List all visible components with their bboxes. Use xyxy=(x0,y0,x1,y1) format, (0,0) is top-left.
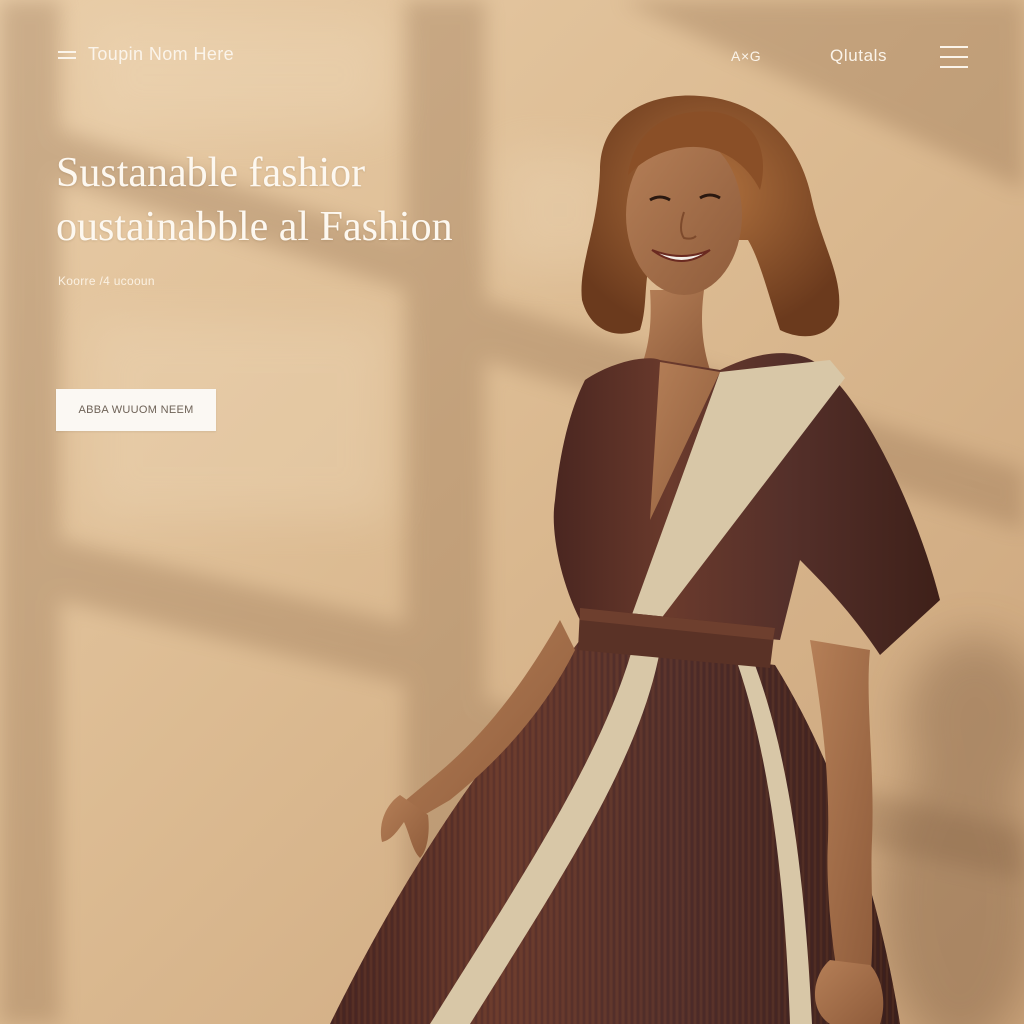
brand-name: Toupin Nom Here xyxy=(88,44,235,64)
nav-link-axg[interactable]: A×G xyxy=(731,48,761,64)
hamburger-icon[interactable] xyxy=(940,46,968,68)
hero-subtitle: Koorre /4 ucooun xyxy=(58,274,155,288)
hero-page: Toupin Nom Here A×G Qlutals Sustanable f… xyxy=(0,0,1024,1024)
hero-title: Sustanable fashior oustainabble al Fashi… xyxy=(56,146,453,254)
brand-link[interactable]: Toupin Nom Here xyxy=(58,44,234,65)
hero-title-line-1: Sustanable fashior xyxy=(56,150,366,196)
nav-link-qlutals[interactable]: Qlutals xyxy=(830,46,887,66)
cta-button[interactable]: ABBA WUUOM NEEM xyxy=(56,389,216,431)
menu-icon[interactable] xyxy=(58,50,76,60)
hero-title-line-2: oustainabble al Fashion xyxy=(56,204,453,250)
